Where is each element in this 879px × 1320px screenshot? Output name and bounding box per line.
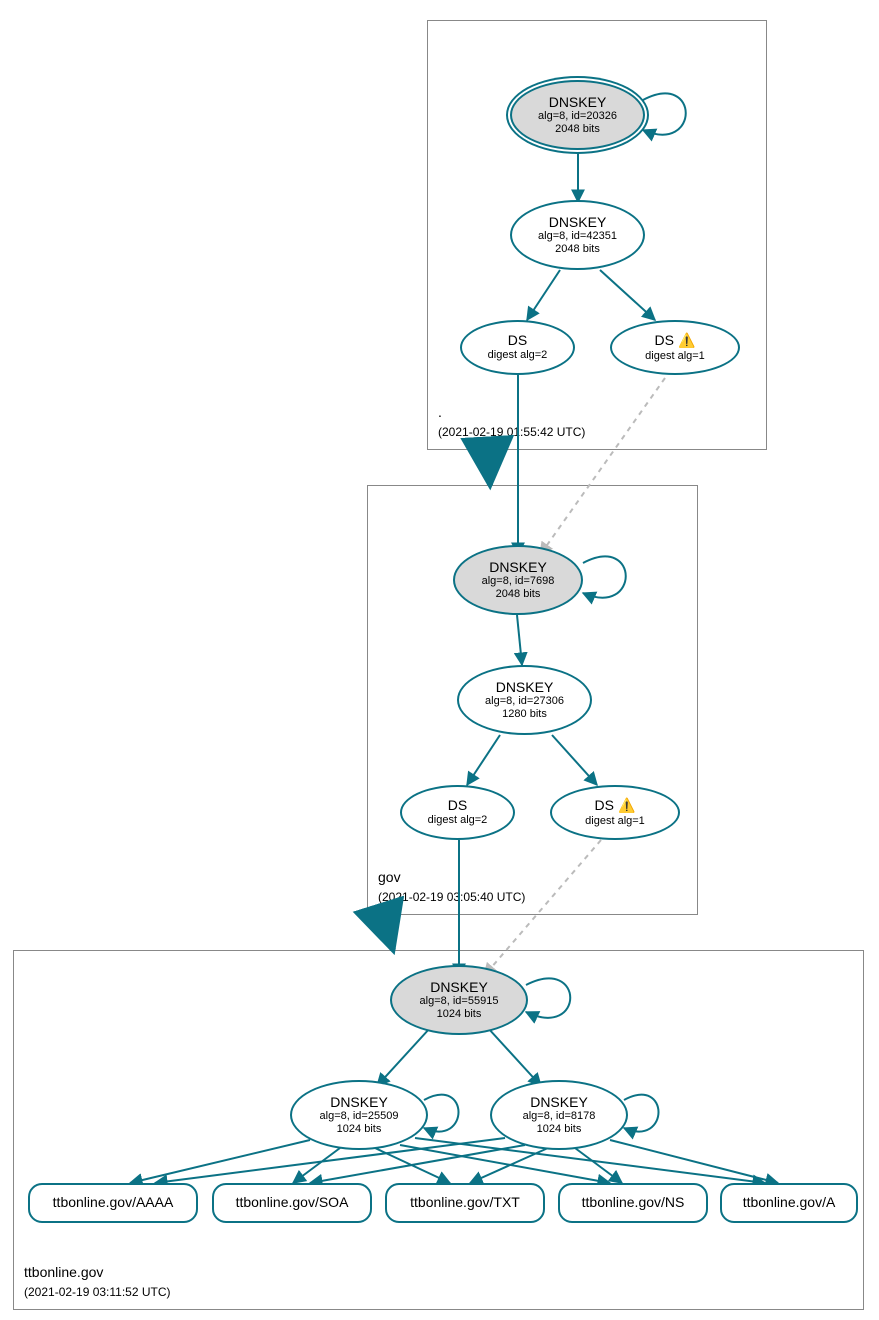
- node-gov-ds1: DS⚠️ digest alg=1: [550, 785, 680, 840]
- node-title: DS: [508, 333, 527, 348]
- node-ttb-ksk: DNSKEY alg=8, id=55915 1024 bits: [390, 965, 528, 1035]
- zone-gov-timestamp: (2021-02-19 03:05:40 UTC): [378, 890, 525, 904]
- node-alg: digest alg=1: [645, 350, 705, 363]
- warning-icon: ⚠️: [678, 332, 695, 348]
- node-title: DS: [448, 798, 467, 813]
- node-gov-ds2: DS digest alg=2: [400, 785, 515, 840]
- node-root-ds2: DS digest alg=2: [460, 320, 575, 375]
- node-gov-zsk: DNSKEY alg=8, id=27306 1280 bits: [457, 665, 592, 735]
- node-bits: 2048 bits: [496, 588, 541, 601]
- node-ttb-zsk1: DNSKEY alg=8, id=25509 1024 bits: [290, 1080, 428, 1150]
- zone-ttb-timestamp: (2021-02-19 03:11:52 UTC): [24, 1285, 171, 1299]
- node-bits: 1280 bits: [502, 708, 547, 721]
- node-title: DNSKEY: [530, 1095, 588, 1110]
- node-alg: alg=8, id=8178: [523, 1110, 596, 1123]
- node-bits: 1024 bits: [337, 1123, 382, 1136]
- rrset-soa: ttbonline.gov/SOA: [212, 1183, 372, 1223]
- rrset-txt: ttbonline.gov/TXT: [385, 1183, 545, 1223]
- node-alg: digest alg=2: [428, 814, 488, 827]
- node-title: DNSKEY: [496, 680, 554, 695]
- node-alg: alg=8, id=7698: [482, 575, 555, 588]
- rrset-a: ttbonline.gov/A: [720, 1183, 858, 1223]
- node-root-ksk: DNSKEY alg=8, id=20326 2048 bits: [510, 80, 645, 150]
- zone-ttb-name: ttbonline.gov: [24, 1264, 103, 1280]
- node-title: DS: [655, 332, 674, 348]
- node-root-zsk: DNSKEY alg=8, id=42351 2048 bits: [510, 200, 645, 270]
- node-title: DS: [595, 797, 614, 813]
- node-root-ds1: DS⚠️ digest alg=1: [610, 320, 740, 375]
- rrset-label: ttbonline.gov/NS: [582, 1195, 685, 1210]
- zone-root-timestamp: (2021-02-19 01:55:42 UTC): [438, 425, 585, 439]
- rrset-label: ttbonline.gov/TXT: [410, 1195, 520, 1210]
- node-alg: digest alg=1: [585, 815, 645, 828]
- node-alg: digest alg=2: [488, 349, 548, 362]
- node-bits: 2048 bits: [555, 123, 600, 136]
- rrset-label: ttbonline.gov/SOA: [236, 1195, 349, 1210]
- node-title: DNSKEY: [489, 560, 547, 575]
- node-alg: alg=8, id=20326: [538, 110, 617, 123]
- node-alg: alg=8, id=27306: [485, 695, 564, 708]
- rrset-label: ttbonline.gov/AAAA: [53, 1195, 174, 1210]
- node-ttb-zsk2: DNSKEY alg=8, id=8178 1024 bits: [490, 1080, 628, 1150]
- node-bits: 1024 bits: [437, 1008, 482, 1021]
- node-bits: 1024 bits: [537, 1123, 582, 1136]
- rrset-ns: ttbonline.gov/NS: [558, 1183, 708, 1223]
- node-title: DNSKEY: [330, 1095, 388, 1110]
- node-title: DNSKEY: [549, 95, 607, 110]
- node-alg: alg=8, id=42351: [538, 230, 617, 243]
- node-title: DNSKEY: [549, 215, 607, 230]
- rrset-label: ttbonline.gov/A: [743, 1195, 836, 1210]
- node-alg: alg=8, id=25509: [320, 1110, 399, 1123]
- zone-root-name: .: [438, 404, 442, 420]
- node-gov-ksk: DNSKEY alg=8, id=7698 2048 bits: [453, 545, 583, 615]
- zone-gov-name: gov: [378, 869, 401, 885]
- node-title: DNSKEY: [430, 980, 488, 995]
- node-alg: alg=8, id=55915: [420, 995, 499, 1008]
- rrset-aaaa: ttbonline.gov/AAAA: [28, 1183, 198, 1223]
- node-bits: 2048 bits: [555, 243, 600, 256]
- warning-icon: ⚠️: [618, 797, 635, 813]
